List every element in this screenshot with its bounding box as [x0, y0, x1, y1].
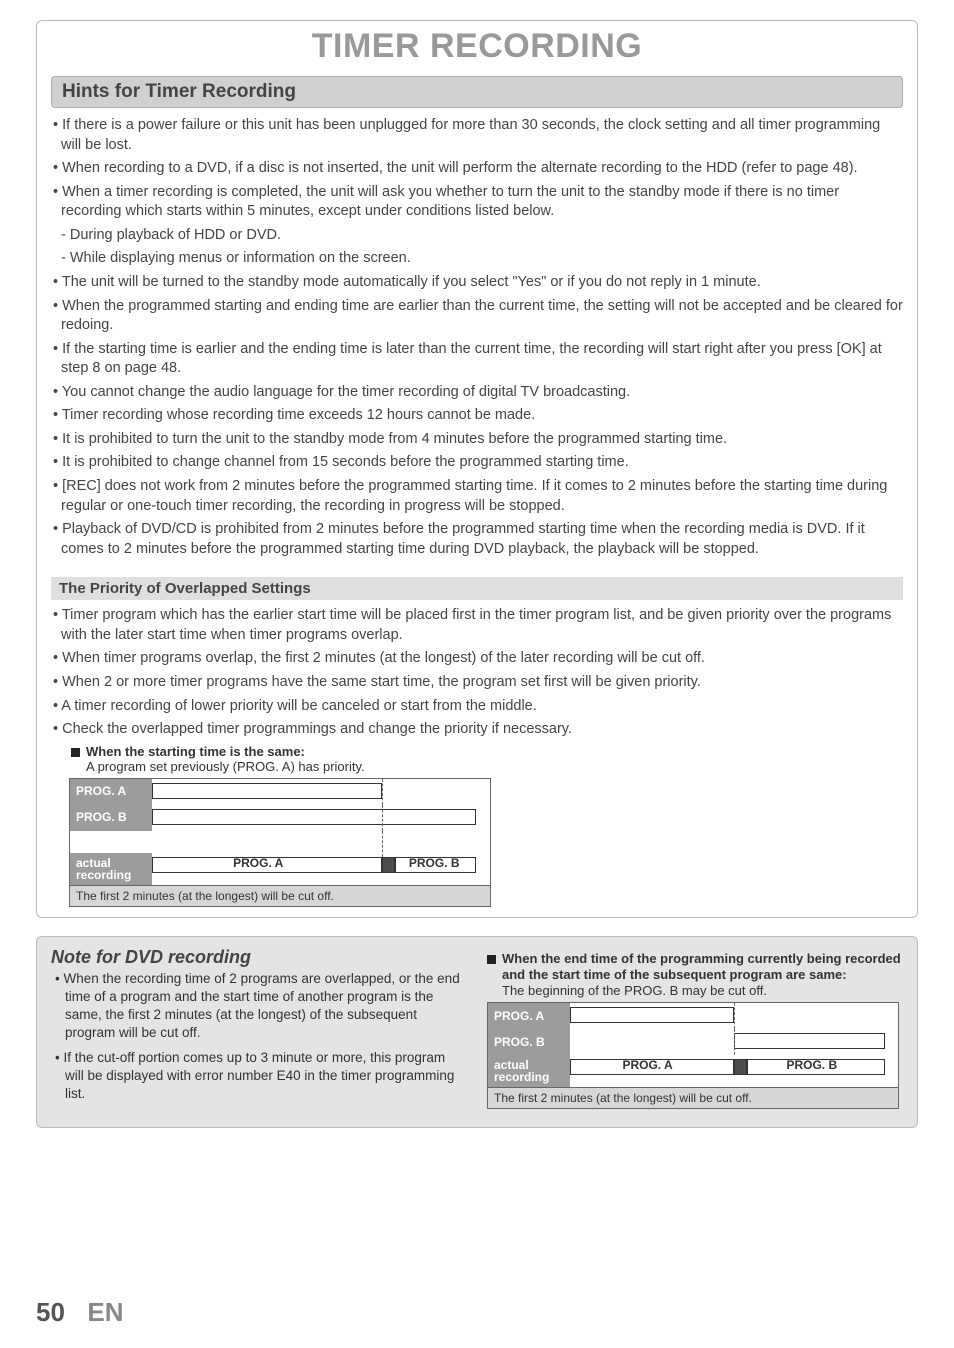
priority-item: • A timer recording of lower priority wi… [51, 697, 903, 717]
priority-item: • When timer programs overlap, the first… [51, 649, 903, 669]
bar-label-prog-b: PROG. B [409, 856, 460, 870]
hint-subitem: - During playback of HDD or DVD. [51, 226, 903, 246]
hint-item: • You cannot change the audio language f… [51, 383, 903, 403]
legend-subtitle: A program set previously (PROG. A) has p… [86, 759, 365, 774]
timing-diagram-same-start: PROG. A PROG. B actual r [69, 778, 491, 907]
hint-item: • Timer recording whose recording time e… [51, 406, 903, 426]
hint-item: • If the starting time is earlier and th… [51, 340, 903, 379]
row-label-prog-a: PROG. A [70, 779, 152, 805]
row-label-prog-b: PROG. B [488, 1029, 570, 1055]
priority-item: • Check the overlapped timer programming… [51, 720, 903, 740]
priority-item: • Timer program which has the earlier st… [51, 606, 903, 645]
row-label-prog-a: PROG. A [488, 1003, 570, 1029]
hint-item: • [REC] does not work from 2 minutes bef… [51, 477, 903, 516]
bar-label-prog-a: PROG. A [233, 856, 283, 870]
section-hints-bar: Hints for Timer Recording [51, 76, 903, 108]
legend-end-start-same: When the end time of the programming cur… [487, 951, 903, 999]
legend-same-start: When the starting time is the same: A pr… [71, 744, 903, 774]
timing-caption: The first 2 minutes (at the longest) wil… [70, 885, 490, 906]
note-title: Note for DVD recording [51, 947, 467, 968]
hint-item: • Playback of DVD/CD is prohibited from … [51, 520, 903, 559]
page-footer: 50 EN [36, 1297, 124, 1328]
hint-item: • When a timer recording is completed, t… [51, 183, 903, 222]
subsection-priority-bar: The Priority of Overlapped Settings [51, 577, 903, 600]
page-title: TIMER RECORDING [51, 27, 903, 66]
priority-item: • When 2 or more timer programs have the… [51, 673, 903, 693]
page-number: 50 [36, 1297, 65, 1327]
bullet-square-icon [71, 748, 80, 757]
note-dvd-recording: Note for DVD recording • When the record… [36, 936, 918, 1129]
timing-diagram-end-start: PROG. A PROG. B actual recording [487, 1002, 899, 1109]
legend-title: When the end time of the programming cur… [502, 951, 903, 984]
hint-item: • When the programmed starting and endin… [51, 297, 903, 336]
priority-body: • Timer program which has the earlier st… [51, 606, 903, 739]
hints-body: • If there is a power failure or this un… [51, 116, 903, 559]
hint-item: • When recording to a DVD, if a disc is … [51, 159, 903, 179]
bullet-square-icon [487, 955, 496, 964]
note-bullet: • If the cut-off portion comes up to 3 m… [51, 1049, 467, 1104]
hint-item: • If there is a power failure or this un… [51, 116, 903, 155]
bar-label-prog-a: PROG. A [622, 1058, 672, 1072]
legend-subtitle: The beginning of the PROG. B may be cut … [502, 983, 903, 998]
hint-subitem: - While displaying menus or information … [51, 249, 903, 269]
row-label-actual: actual recording [488, 1055, 570, 1087]
row-label-actual: actual recording [70, 853, 152, 885]
page-lang: EN [87, 1297, 123, 1327]
row-label-prog-b: PROG. B [70, 805, 152, 831]
bar-label-prog-b: PROG. B [786, 1058, 837, 1072]
legend-title: When the starting time is the same: [86, 744, 365, 759]
hint-item: • It is prohibited to change channel fro… [51, 453, 903, 473]
hint-item: • It is prohibited to turn the unit to t… [51, 430, 903, 450]
note-bullet: • When the recording time of 2 programs … [51, 970, 467, 1043]
hint-item: • The unit will be turned to the standby… [51, 273, 903, 293]
timing-caption: The first 2 minutes (at the longest) wil… [488, 1087, 898, 1108]
